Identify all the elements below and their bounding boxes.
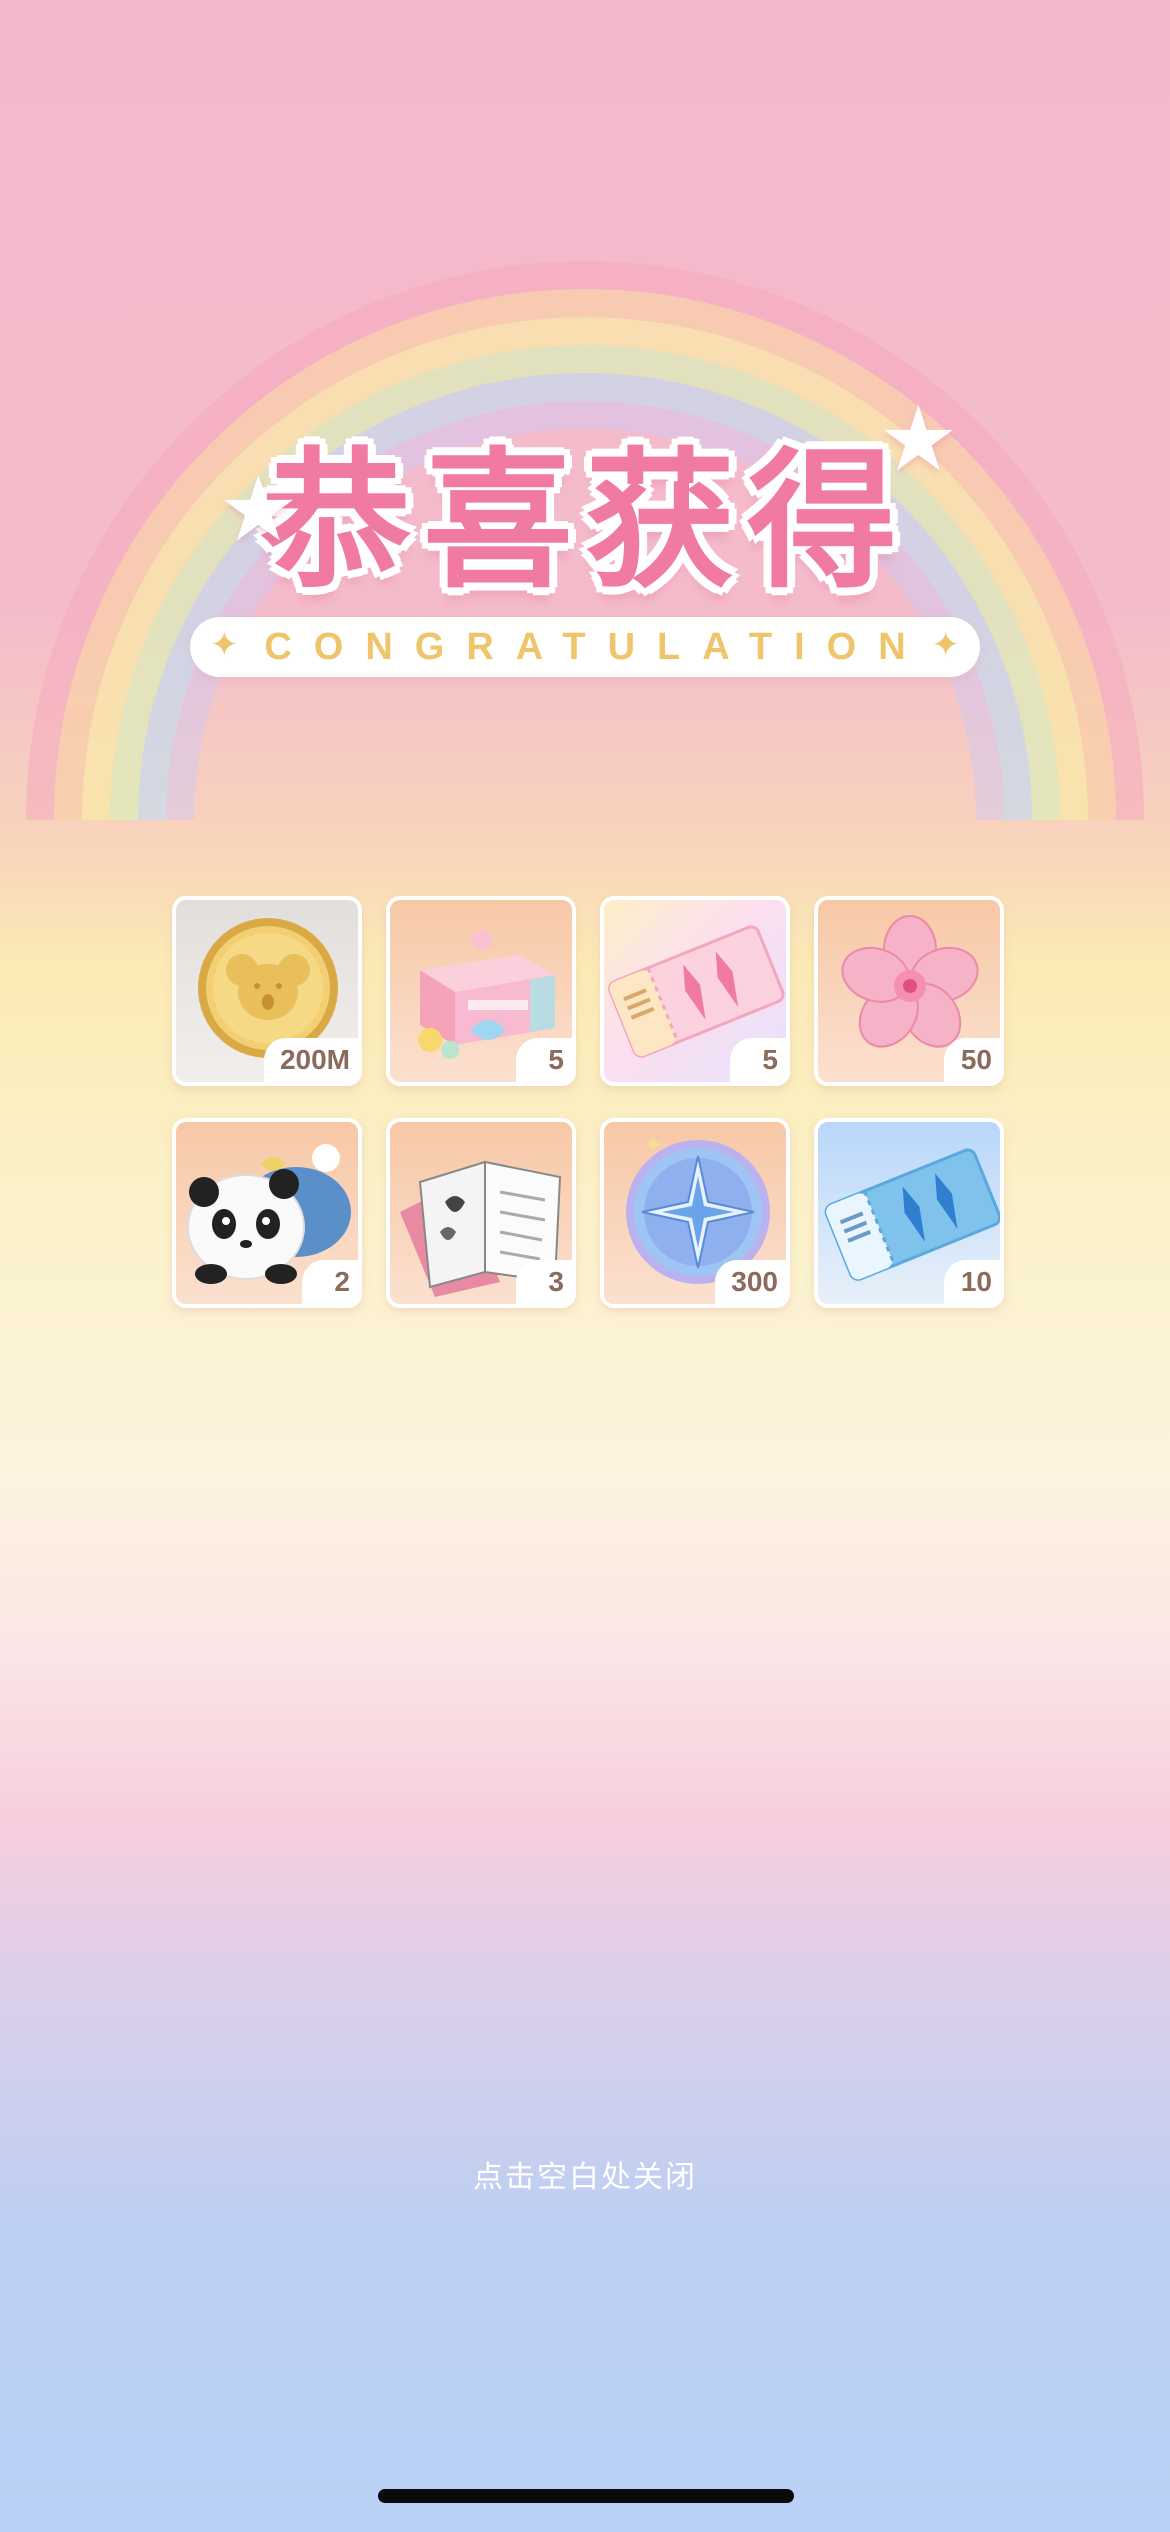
reward-quantity: 3 <box>516 1260 572 1304</box>
reward-quantity: 2 <box>302 1260 358 1304</box>
home-indicator[interactable] <box>378 2489 794 2503</box>
star-right-icon: ★ <box>878 387 959 492</box>
subtitle-banner: ✦ CONGRATULATION ✦ <box>190 617 980 677</box>
title-area: 恭喜获得 <box>0 400 1170 617</box>
reward-slot[interactable]: 5 <box>386 896 576 1086</box>
reward-slot[interactable]: ✦ 300 <box>600 1118 790 1308</box>
reward-quantity: 5 <box>730 1038 786 1082</box>
reward-grid: 200M 5 5 50 2 3 ✦ 300 10 <box>172 896 1006 1308</box>
sparkle-right-icon: ✦ <box>931 625 961 665</box>
reward-slot[interactable]: 10 <box>814 1118 1004 1308</box>
reward-quantity: 300 <box>715 1260 786 1304</box>
reward-quantity: 10 <box>944 1260 1000 1304</box>
reward-quantity: 50 <box>944 1038 1000 1082</box>
reward-slot[interactable]: 2 <box>172 1118 362 1308</box>
reward-slot[interactable]: 50 <box>814 896 1004 1086</box>
reward-slot[interactable]: 3 <box>386 1118 576 1308</box>
reward-slot[interactable]: 200M <box>172 896 362 1086</box>
reward-quantity: 5 <box>516 1038 572 1082</box>
reward-popup-screen[interactable]: { "header": { "title_cn": "恭喜获得", "subti… <box>0 0 1170 2532</box>
title-congrats-cn: 恭喜获得 <box>260 435 909 609</box>
reward-quantity: 200M <box>263 1038 358 1082</box>
sparkle-left-icon: ✦ <box>210 625 239 665</box>
close-hint[interactable]: 点击空白处关闭 <box>0 2152 1170 2196</box>
star-left-icon: ★ <box>218 457 299 562</box>
reward-slot[interactable]: 5 <box>600 896 790 1086</box>
subtitle-text: CONGRATULATION <box>264 625 928 668</box>
svg-text:✦: ✦ <box>644 1133 662 1158</box>
